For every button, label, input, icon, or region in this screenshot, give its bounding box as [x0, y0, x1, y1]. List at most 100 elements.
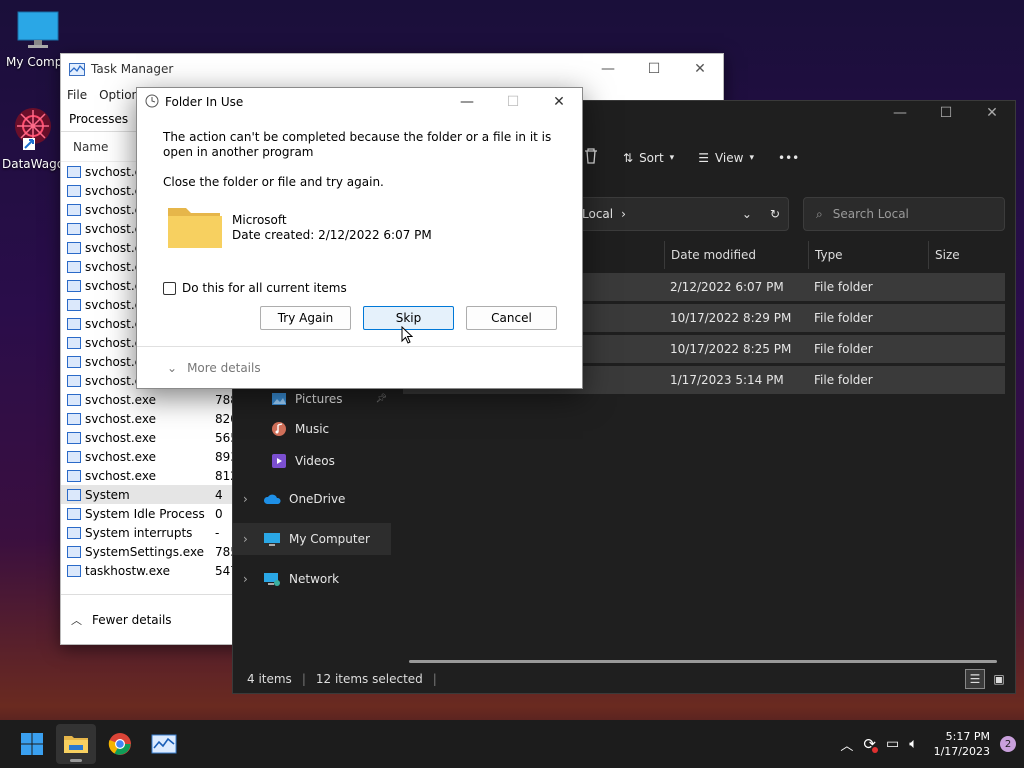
- search-box[interactable]: ⌕ Search Local: [803, 197, 1005, 231]
- nav-item-label: My Computer: [289, 532, 370, 546]
- breadcrumb-local[interactable]: Local: [582, 207, 613, 221]
- details-view-button[interactable]: ☰: [965, 669, 985, 689]
- process-icon: [67, 469, 81, 482]
- try-again-button[interactable]: Try Again: [260, 306, 351, 330]
- nav-item[interactable]: Videos: [233, 445, 391, 477]
- column-size[interactable]: Size: [928, 241, 1009, 269]
- command-bar: ⇅ Sort ▾ ☰ View ▾ •••: [583, 147, 799, 168]
- chrome-icon: [108, 733, 131, 755]
- process-icon: [67, 298, 81, 311]
- close-button[interactable]: ✕: [969, 105, 1015, 121]
- task-manager-title: Task Manager: [91, 62, 174, 76]
- process-name: svchost.exe: [85, 392, 156, 407]
- column-type[interactable]: Type: [808, 241, 928, 269]
- menu-options[interactable]: Option: [99, 88, 139, 102]
- process-name: SystemSettings.exe: [85, 544, 205, 559]
- view-button[interactable]: ☰ View ▾: [698, 151, 754, 165]
- process-icon: [67, 412, 81, 425]
- close-button[interactable]: ✕: [536, 94, 582, 110]
- cancel-button[interactable]: Cancel: [466, 306, 557, 330]
- dialog-message: The action can't be completed because th…: [163, 130, 552, 159]
- view-label: View: [714, 150, 744, 165]
- dialog-titlebar[interactable]: Folder In Use — ☐ ✕: [137, 88, 582, 116]
- nav-item[interactable]: › Network: [233, 563, 391, 595]
- close-button[interactable]: ✕: [677, 61, 723, 77]
- chevron-down-icon[interactable]: ⌄: [742, 207, 752, 221]
- column-header-label: Name: [73, 139, 109, 154]
- volume-icon[interactable]: 🔈︎: [909, 736, 917, 752]
- tiles-view-button[interactable]: ▣: [989, 669, 1009, 689]
- chevron-right-icon[interactable]: ›: [243, 532, 255, 546]
- search-input[interactable]: Search Local: [833, 207, 909, 221]
- nav-item[interactable]: › OneDrive: [233, 483, 391, 515]
- process-name: System interrupts: [85, 525, 193, 540]
- file-date: 1/17/2023 5:14 PM: [670, 373, 784, 387]
- clock-icon: [145, 94, 159, 111]
- process-icon: [67, 374, 81, 387]
- checkbox-box[interactable]: [163, 281, 176, 295]
- clock[interactable]: 5:17 PM 1/17/2023: [934, 729, 990, 759]
- chevron-down-icon: ▾: [749, 152, 754, 163]
- fewer-details-label: Fewer details: [92, 612, 172, 627]
- process-icon: [67, 488, 81, 501]
- pin-icon[interactable]: 📌︎: [376, 394, 387, 404]
- apply-to-all-checkbox[interactable]: Do this for all current items: [163, 281, 347, 295]
- minimize-button[interactable]: —: [444, 94, 490, 110]
- file-date: 10/17/2022 8:25 PM: [670, 342, 792, 356]
- notification-badge[interactable]: 2: [1000, 736, 1016, 752]
- maximize-button[interactable]: ☐: [631, 61, 677, 77]
- process-icon: [67, 241, 81, 254]
- chevron-right-icon[interactable]: ›: [243, 572, 255, 586]
- minimize-button[interactable]: —: [585, 61, 631, 77]
- nav-item-label: Music: [295, 422, 330, 436]
- sort-button[interactable]: ⇅ Sort ▾: [623, 151, 674, 165]
- task-manager-titlebar[interactable]: Task Manager — ☐ ✕: [61, 54, 723, 84]
- start-button[interactable]: [12, 724, 52, 764]
- tab-processes[interactable]: Processes: [69, 112, 128, 126]
- process-name: System: [85, 487, 130, 502]
- process-icon: [67, 222, 81, 235]
- process-icon: [67, 279, 81, 292]
- search-icon: ⌕: [816, 206, 823, 221]
- address-bar[interactable]: Local › ⌄ ↻: [573, 197, 789, 231]
- file-type: File folder: [814, 280, 873, 294]
- pictures-icon: [271, 392, 287, 406]
- nav-item[interactable]: › My Computer: [233, 523, 391, 555]
- process-icon: [67, 336, 81, 349]
- item-count: 4 items: [247, 672, 292, 686]
- trash-icon: [585, 148, 597, 164]
- chevron-right-icon[interactable]: ›: [243, 492, 255, 506]
- task-manager-icon: [69, 62, 85, 76]
- process-icon: [67, 203, 81, 216]
- more-options-button[interactable]: •••: [778, 151, 799, 165]
- selected-count: 12 items selected: [315, 672, 423, 686]
- maximize-button[interactable]: ☐: [923, 105, 969, 121]
- refresh-icon[interactable]: ↻: [770, 207, 780, 221]
- process-icon: [67, 507, 81, 520]
- process-name: svchost.exe: [85, 449, 156, 464]
- taskbar-task-manager[interactable]: [144, 724, 184, 764]
- item-date-created: Date created: 2/12/2022 6:07 PM: [232, 228, 432, 242]
- network-icon[interactable]: ▭: [886, 736, 899, 752]
- process-name: System Idle Process: [85, 506, 205, 521]
- file-type: File folder: [814, 311, 873, 325]
- chevron-up-icon[interactable]: ︿: [840, 735, 853, 754]
- taskbar-chrome[interactable]: [100, 724, 140, 764]
- network-icon: [263, 572, 281, 587]
- column-date-modified[interactable]: Date modified: [664, 241, 808, 269]
- delete-button[interactable]: [583, 147, 599, 168]
- item-name: Microsoft: [232, 213, 287, 227]
- taskbar-file-explorer[interactable]: [56, 724, 96, 764]
- desktop-icon-datawagon[interactable]: DataWago: [0, 104, 68, 171]
- nav-item[interactable]: Music: [233, 413, 391, 445]
- more-details-toggle[interactable]: ⌄ More details: [167, 361, 261, 375]
- minimize-button[interactable]: —: [877, 105, 923, 121]
- file-type: File folder: [814, 342, 873, 356]
- horizontal-scrollbar[interactable]: [409, 660, 997, 663]
- sort-icon: ⇅: [623, 150, 634, 165]
- sync-status-icon[interactable]: ⟳: [863, 735, 878, 753]
- menu-file[interactable]: File: [67, 88, 87, 102]
- file-type: File folder: [814, 373, 873, 387]
- process-icon: [67, 184, 81, 197]
- dialog-instruction: Close the folder or file and try again.: [163, 175, 384, 189]
